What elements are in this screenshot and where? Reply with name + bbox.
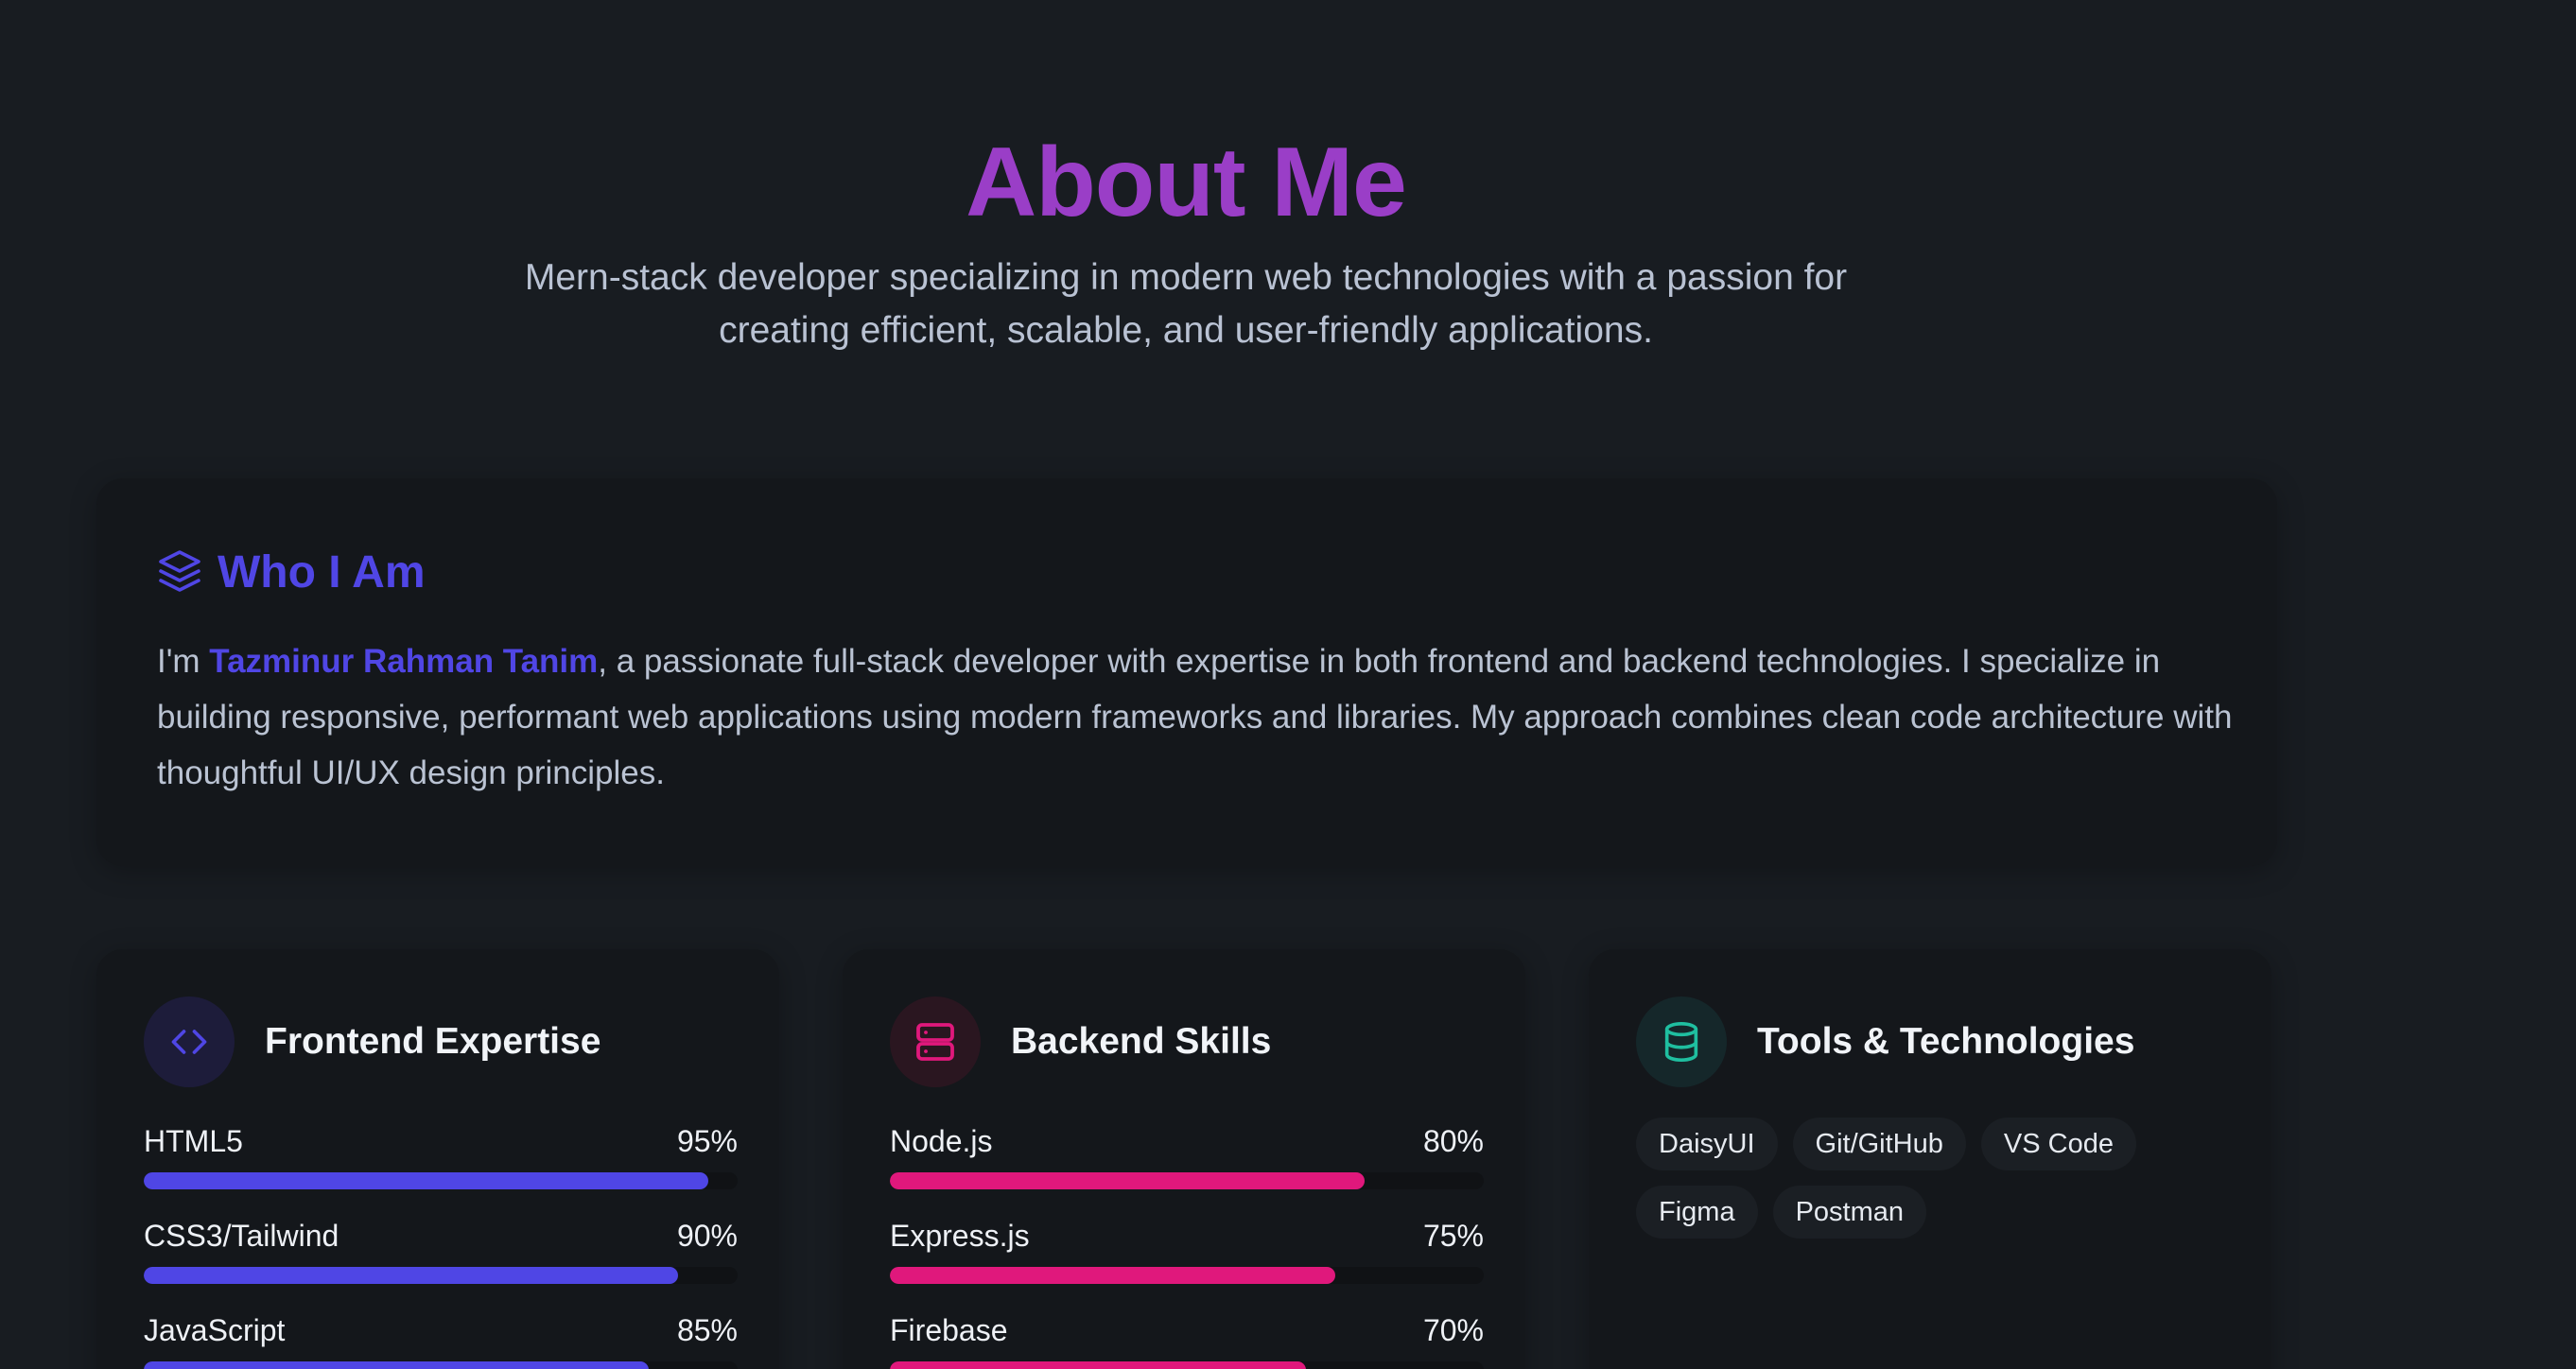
skill-name: CSS3/Tailwind — [144, 1219, 339, 1253]
skill-progress-bar — [144, 1172, 738, 1189]
tools-technologies-card: Tools & Technologies DaisyUI Git/GitHub … — [1589, 949, 2271, 1369]
tool-tag: Git/GitHub — [1792, 1118, 1966, 1170]
page-subtitle: Mern-stack developer specializing in mod… — [477, 251, 1895, 357]
skill-name: Express.js — [890, 1219, 1030, 1253]
about-section: About Me Mern-stack developer specializi… — [0, 0, 2576, 1369]
tools-card-header: Tools & Technologies — [1636, 996, 2134, 1087]
tool-tag: VS Code — [1980, 1118, 2136, 1170]
skill-item: HTML5 95% — [144, 1121, 738, 1216]
skill-progress-bar — [890, 1267, 1484, 1284]
tool-tag: DaisyUI — [1636, 1118, 1778, 1170]
skill-item: JavaScript 85% — [144, 1310, 738, 1369]
skill-name: HTML5 — [144, 1124, 243, 1158]
subtitle-line-1: Mern-stack developer specializing in mod… — [524, 257, 1848, 298]
skill-item: CSS3/Tailwind 90% — [144, 1216, 738, 1310]
database-icon — [1636, 996, 1727, 1087]
skill-progress-fill — [144, 1361, 649, 1369]
skill-name: JavaScript — [144, 1313, 286, 1347]
backend-card-header: Backend Skills — [890, 996, 1271, 1087]
layers-icon — [157, 548, 202, 598]
skill-progress-fill — [890, 1172, 1366, 1189]
skill-progress-bar — [144, 1361, 738, 1369]
frontend-skill-list: HTML5 95% CSS3/Tailwind 90% JavaScript 85% — [144, 1121, 738, 1369]
skill-name: Node.js — [890, 1124, 993, 1158]
who-i-am-header: Who I Am — [157, 545, 426, 601]
skill-item: Node.js 80% — [890, 1121, 1484, 1216]
tool-tag: Figma — [1636, 1186, 1758, 1239]
skill-percent: 70% — [1422, 1313, 1484, 1347]
author-name: Tazminur Rahman Tanim — [209, 643, 599, 680]
skill-percent: 85% — [676, 1313, 738, 1347]
skill-item: Firebase 70% — [890, 1310, 1484, 1369]
page-title: About Me — [966, 128, 1407, 237]
who-intro: I'm — [157, 643, 210, 680]
tool-tag-list: DaisyUI Git/GitHub VS Code Figma Postman — [1636, 1118, 2222, 1239]
tool-tag: Postman — [1772, 1186, 1927, 1239]
server-icon — [890, 996, 981, 1087]
skill-percent: 95% — [676, 1124, 738, 1158]
who-i-am-card: Who I Am I'm Tazminur Rahman Tanim, a pa… — [96, 478, 2277, 866]
tools-card-title: Tools & Technologies — [1757, 1021, 2135, 1062]
skill-progress-bar — [890, 1361, 1484, 1369]
skill-progress-fill — [144, 1172, 708, 1189]
subtitle-line-2: creating efficient, scalable, and user-f… — [719, 310, 1653, 351]
skill-percent: 75% — [1422, 1219, 1484, 1253]
skill-percent: 90% — [676, 1219, 738, 1253]
backend-card-title: Backend Skills — [1011, 1021, 1272, 1062]
backend-skill-list: Node.js 80% Express.js 75% Firebase 70% — [890, 1121, 1484, 1369]
backend-skills-card: Backend Skills Node.js 80% Express.js 75% … — [843, 949, 1525, 1369]
skill-progress-bar — [144, 1267, 738, 1284]
who-i-am-title: Who I Am — [218, 547, 426, 598]
skill-progress-fill — [144, 1267, 679, 1284]
skill-percent: 80% — [1422, 1124, 1484, 1158]
frontend-card-title: Frontend Expertise — [265, 1021, 601, 1062]
frontend-expertise-card: Frontend Expertise HTML5 95% CSS3/Tailwin… — [96, 949, 779, 1369]
skill-progress-bar — [890, 1172, 1484, 1189]
frontend-card-header: Frontend Expertise — [144, 996, 600, 1087]
skill-progress-fill — [890, 1361, 1306, 1369]
skill-name: Firebase — [890, 1313, 1008, 1347]
skill-item: Express.js 75% — [890, 1216, 1484, 1310]
who-i-am-text: I'm Tazminur Rahman Tanim, a passionate … — [157, 633, 2237, 801]
code-icon — [144, 996, 235, 1087]
skill-progress-fill — [890, 1267, 1335, 1284]
